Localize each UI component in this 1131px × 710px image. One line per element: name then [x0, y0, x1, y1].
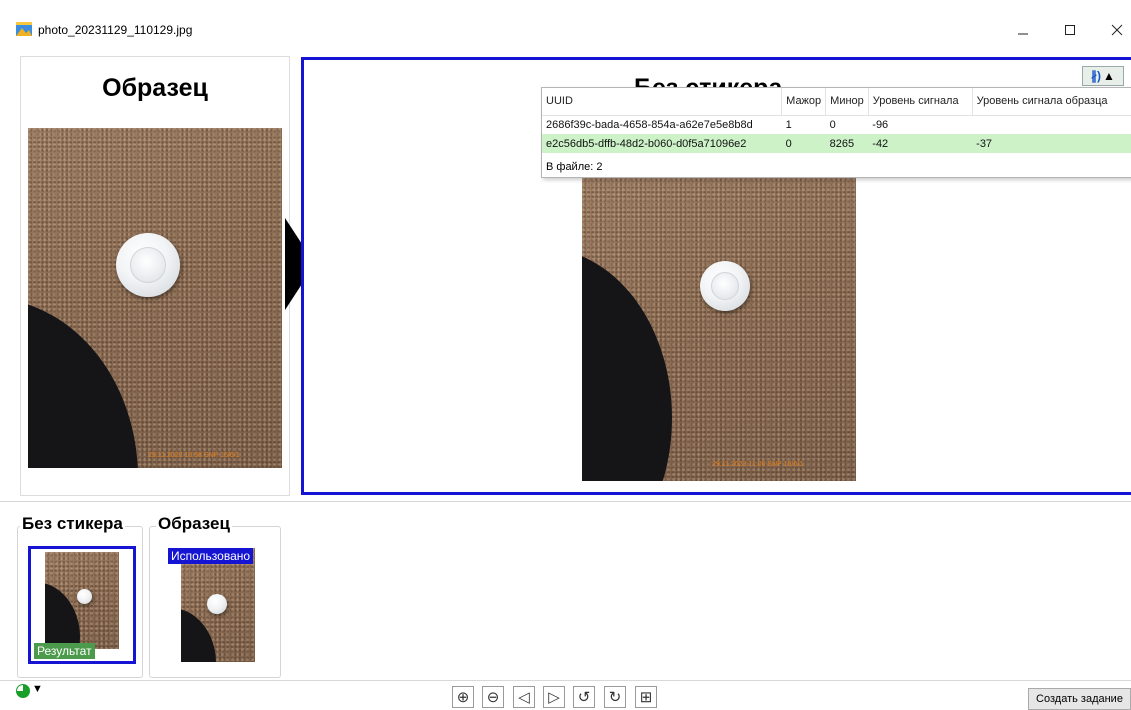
- beacon-table-popup[interactable]: UUID Мажор Минор Уровень сигнала Уровень…: [541, 87, 1131, 178]
- sample-panel-title: Образец: [102, 74, 208, 102]
- column-header-minor[interactable]: Минор: [825, 88, 869, 116]
- cell-minor: 8265: [825, 134, 869, 153]
- divider: [0, 680, 1131, 681]
- cell-minor: 0: [829, 118, 836, 131]
- thumbnail-no-sticker[interactable]: Результат: [28, 546, 136, 664]
- column-header-sample-signal[interactable]: Уровень сигнала образца: [972, 88, 1131, 116]
- column-header-uuid[interactable]: UUID: [542, 88, 783, 116]
- grid-view-button[interactable]: ⊞: [635, 686, 657, 708]
- cell-sample-signal: [972, 115, 1131, 134]
- cell-major: 0: [781, 134, 826, 153]
- minimize-icon: [1018, 33, 1028, 35]
- table-count-label: В файле: 2: [546, 161, 603, 173]
- rotate-left-button[interactable]: ↺: [573, 686, 595, 708]
- photo-timestamp: 29.11.2023 11:00 SNP 15/6/1: [712, 461, 804, 468]
- bluetooth-toggle-button[interactable]: ∦) ▲: [1082, 66, 1124, 86]
- photo-timestamp: 29.11.2023 10:58 SNP 15/6/1: [148, 452, 240, 459]
- thumbnail-sample[interactable]: [181, 548, 255, 662]
- thumbnail-image: [45, 552, 119, 649]
- cell-uuid: e2c56db5-dffb-48d2-b060-d0f5a71096e2: [542, 134, 782, 153]
- main-photo: 29.11.2023 11:00 SNP 15/6/1: [582, 178, 856, 481]
- bluetooth-icon: ∦): [1091, 69, 1102, 83]
- column-header-signal[interactable]: Уровень сигнала: [868, 88, 973, 116]
- photo-app-icon: [16, 22, 32, 36]
- cell-sample-signal: -37: [972, 134, 1131, 153]
- result-badge: Результат: [34, 643, 95, 659]
- maximize-button[interactable]: [1047, 14, 1093, 46]
- column-header-major[interactable]: Мажор: [781, 88, 827, 116]
- group-label-sample: Образец: [156, 514, 232, 534]
- used-badge: Использовано: [168, 548, 254, 564]
- table-row[interactable]: 2686f39c-bada-4658-854a-a62e7e5e8b8d 1 0…: [542, 115, 1131, 134]
- create-task-button[interactable]: Создать задание: [1028, 688, 1131, 710]
- beacon-table[interactable]: UUID Мажор Минор Уровень сигнала Уровень…: [542, 88, 1131, 153]
- sticker-beacon-image: [77, 589, 92, 604]
- collapse-arrow-icon: ▲: [1103, 69, 1115, 83]
- maximize-icon: [1065, 25, 1075, 35]
- rotate-right-button[interactable]: ↻: [604, 686, 626, 708]
- sample-panel[interactable]: Образец 29.11.2023 10:58 SNP 15/6/1: [20, 56, 290, 496]
- sample-photo: 29.11.2023 10:58 SNP 15/6/1: [28, 128, 282, 468]
- app-window: photo_20231129_110129.jpg Образец 29.11.…: [0, 0, 1131, 710]
- zoom-out-button[interactable]: ⊖: [482, 686, 504, 708]
- zoom-in-button[interactable]: ⊕: [452, 686, 474, 708]
- minimize-button[interactable]: [1000, 14, 1046, 46]
- dark-fabric: [28, 298, 138, 468]
- cell-signal: -96: [872, 118, 889, 131]
- chevron-down-icon[interactable]: ▼: [32, 683, 43, 695]
- status-pie-icon[interactable]: [16, 684, 30, 698]
- table-row[interactable]: e2c56db5-dffb-48d2-b060-d0f5a71096e2 0 8…: [542, 134, 1131, 153]
- cell-uuid: 2686f39c-bada-4658-854a-a62e7e5e8b8d: [546, 118, 753, 131]
- next-button[interactable]: ▷: [543, 686, 565, 708]
- divider: [0, 501, 1131, 502]
- cell-signal: -42: [868, 134, 973, 153]
- sticker-beacon-image: [700, 261, 750, 311]
- group-label-no-sticker: Без стикера: [20, 514, 125, 534]
- sticker-beacon-image: [207, 594, 227, 614]
- sticker-beacon-image: [116, 233, 180, 297]
- dark-fabric: [582, 248, 672, 481]
- window-title: photo_20231129_110129.jpg: [38, 23, 193, 37]
- title-bar: photo_20231129_110129.jpg: [0, 0, 1131, 46]
- close-icon: [1111, 24, 1123, 36]
- prev-button[interactable]: ◁: [513, 686, 535, 708]
- cell-major: 1: [785, 118, 792, 131]
- close-button[interactable]: [1094, 14, 1131, 46]
